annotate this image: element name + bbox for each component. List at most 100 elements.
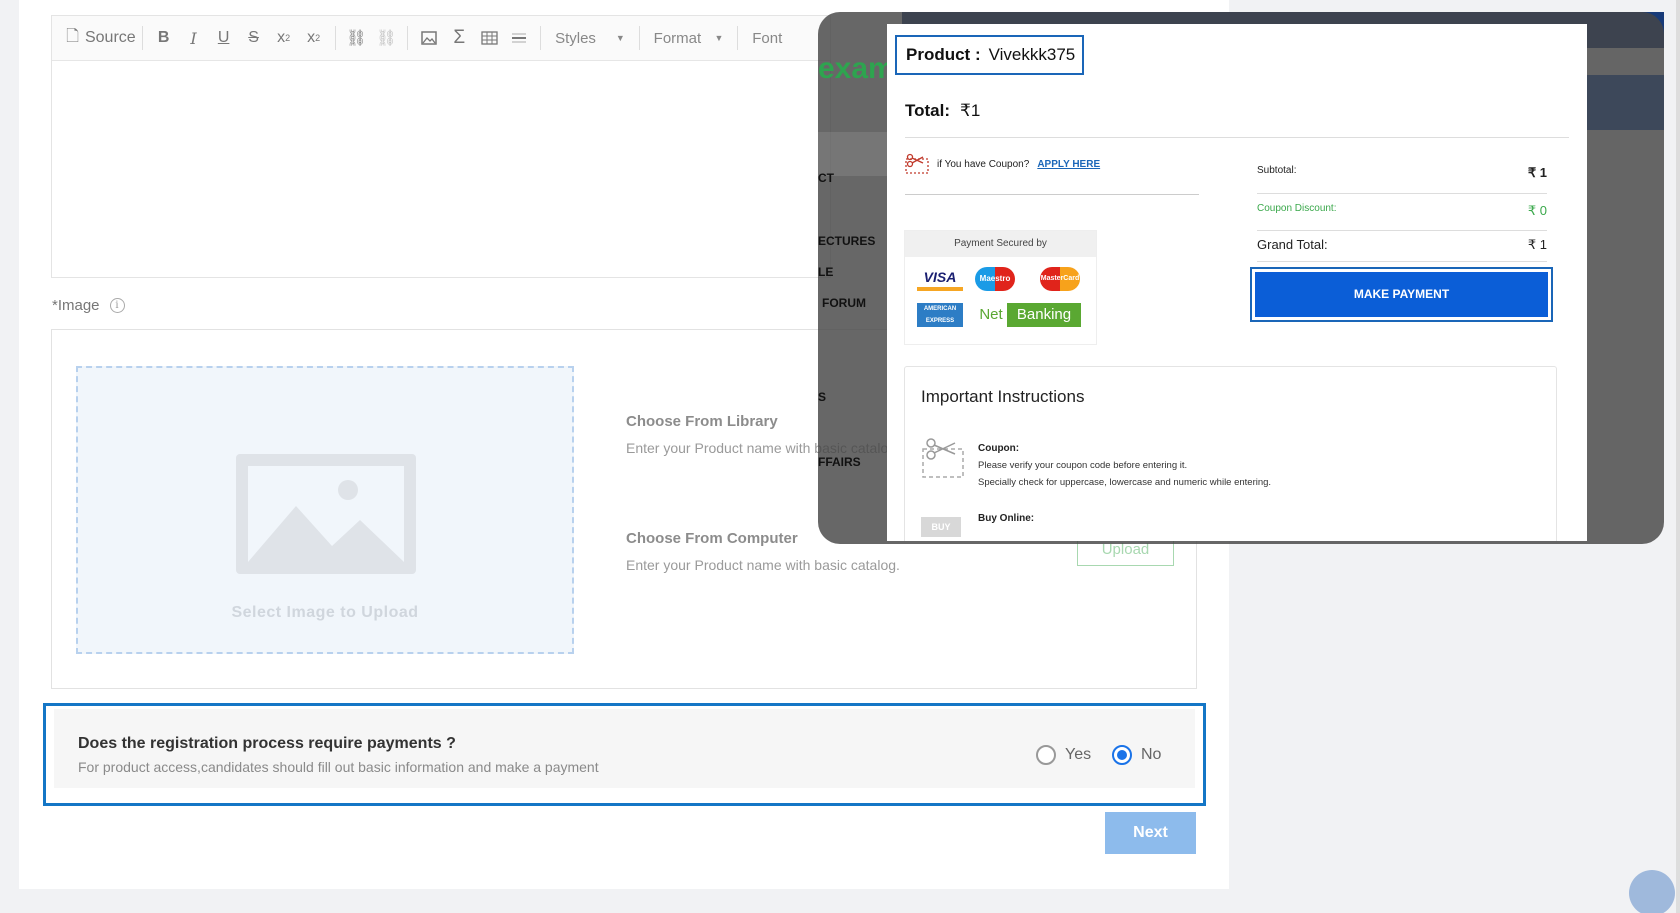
source-icon: 🗋 [66, 27, 79, 45]
chat-widget-icon[interactable] [1629, 870, 1675, 913]
styles-label: Styles [555, 29, 596, 47]
horizontal-rule-icon[interactable] [504, 23, 534, 53]
coupon-line: if You have Coupon? APPLY HERE [905, 153, 1100, 175]
info-icon[interactable]: i [109, 298, 125, 313]
sigma-icon[interactable]: Σ [444, 23, 474, 53]
bold-icon[interactable]: B [149, 23, 179, 53]
instructions-title: Important Instructions [921, 387, 1085, 406]
image-field-label: *Image i [52, 297, 125, 314]
link-icon[interactable]: ⛓ [341, 23, 371, 53]
caret-down-icon: ▼ [615, 33, 625, 43]
menu-item[interactable]: ECTURES [818, 234, 875, 248]
coupon-instruction-line2: Specially check for uppercase, lowercase… [978, 477, 1272, 488]
superscript-icon[interactable]: x2 [299, 23, 329, 53]
radio-yes-circle[interactable] [1036, 745, 1056, 765]
discount-label: Coupon Discount: [1257, 203, 1337, 214]
page-scrollbar[interactable] [1676, 0, 1680, 913]
underline-icon[interactable]: U [209, 23, 239, 53]
grand-total-value: ₹ 1 [1527, 237, 1547, 252]
library-title: Choose From Library [626, 413, 778, 430]
font-label: Font [752, 29, 783, 47]
unlink-icon[interactable]: ⛓ [371, 23, 401, 53]
coupon-instruction-line1: Please verify your coupon code before en… [978, 460, 1188, 471]
amex-logo: AMERICAN EXPRESS [917, 303, 963, 327]
product-name-box: Product : Vivekkk375 [895, 35, 1084, 75]
payment-question-panel: Does the registration process require pa… [43, 703, 1206, 806]
menu-item[interactable]: LE [818, 265, 833, 279]
source-label: Source [84, 29, 136, 46]
divider [1257, 230, 1547, 231]
toolbar-divider [737, 26, 739, 50]
italic-icon[interactable]: I [179, 23, 209, 53]
rich-text-editor[interactable]: 🗋 Source B I U S x2 x2 ⛓ ⛓ Σ Styles ▼ Fo… [51, 15, 831, 278]
radio-no-circle[interactable] [1112, 745, 1132, 765]
total-line: Total: ₹1 [905, 101, 980, 121]
payment-secured-panel: Payment Secured by VISA Maestro MasterCa… [904, 230, 1097, 345]
modal-overlay[interactable]: exam CT ECTURES LE FORUM S FFAIRS Produc… [818, 12, 1664, 544]
discount-value: ₹ 0 [1527, 203, 1547, 218]
coupon-instruction-title: Coupon: [978, 443, 1020, 454]
radio-yes-label: Yes [1065, 746, 1092, 763]
styles-dropdown[interactable]: Styles ▼ [547, 23, 633, 53]
toolbar-divider [407, 26, 409, 50]
image-placeholder-icon [236, 454, 416, 574]
subtotal-row: Subtotal: ₹ 1 [1257, 165, 1547, 181]
image-icon[interactable] [414, 23, 444, 53]
buy-online-icon: BUY [921, 517, 961, 537]
coupon-scissors-icon [905, 153, 929, 174]
radio-yes[interactable]: Yes [1036, 745, 1091, 765]
payment-modal: Product : Vivekkk375 Total: ₹1 if You ha… [887, 24, 1587, 541]
site-logo: exam [818, 52, 895, 85]
menu-item[interactable]: FORUM [822, 296, 866, 310]
make-payment-button[interactable]: MAKE PAYMENT [1255, 272, 1548, 317]
radio-no[interactable]: No [1112, 745, 1161, 765]
next-button[interactable]: Next [1105, 812, 1196, 854]
computer-title: Choose From Computer [626, 530, 798, 547]
subtotal-value: ₹ 1 [1527, 165, 1547, 180]
discount-row: Coupon Discount: ₹ 0 [1257, 203, 1547, 219]
radio-no-label: No [1141, 746, 1162, 763]
format-dropdown[interactable]: Format ▼ [646, 23, 732, 53]
payment-question-subtitle: For product access,candidates should fil… [78, 759, 599, 775]
table-icon[interactable] [474, 23, 504, 53]
toolbar-divider [638, 26, 640, 50]
computer-subtitle: Enter your Product name with basic catal… [626, 557, 900, 573]
payment-question: Does the registration process require pa… [78, 735, 456, 752]
subtotal-label: Subtotal: [1257, 165, 1297, 176]
secured-by-label: Payment Secured by [905, 231, 1096, 257]
source-button[interactable]: 🗋 Source [66, 23, 136, 53]
strikethrough-icon[interactable]: S [239, 23, 269, 53]
netbanking-logo-net: Net [979, 306, 1003, 323]
make-payment-frame: MAKE PAYMENT [1250, 267, 1553, 322]
instructions-panel: Important Instructions Coupon: Please ve… [904, 366, 1557, 541]
grand-total-label: Grand Total: [1257, 237, 1328, 252]
menu-item[interactable]: FFAIRS [818, 455, 861, 469]
buy-online-title: Buy Online: [978, 513, 1035, 524]
divider [905, 137, 1569, 138]
maestro-logo: Maestro [975, 267, 1015, 291]
divider [1257, 193, 1547, 194]
product-name: Vivekkk375 [988, 45, 1076, 64]
editor-toolbar: 🗋 Source B I U S x2 x2 ⛓ ⛓ Σ Styles ▼ Fo… [52, 16, 830, 61]
menu-highlight [818, 132, 888, 176]
subscript-icon[interactable]: x2 [269, 23, 299, 53]
toolbar-divider [141, 26, 143, 50]
coupon-text: if You have Coupon? [937, 158, 1030, 170]
coupon-instruction-icon [922, 438, 964, 478]
visa-logo: VISA [917, 267, 963, 291]
toolbar-divider [334, 26, 336, 50]
image-drop-zone[interactable]: Select Image to Upload [76, 366, 574, 654]
payment-question-inner: Does the registration process require pa… [54, 709, 1195, 788]
total-label: Total: [905, 101, 951, 120]
grand-total-row: Grand Total: ₹ 1 [1257, 237, 1547, 253]
menu-item[interactable]: S [818, 390, 826, 404]
apply-coupon-link[interactable]: APPLY HERE [1037, 159, 1100, 170]
toolbar-divider [540, 26, 542, 50]
product-label: Product : [906, 45, 981, 64]
total-value: ₹1 [960, 101, 981, 120]
mastercard-logo: MasterCard [1040, 267, 1080, 291]
caret-down-icon: ▼ [714, 33, 724, 43]
divider [1257, 261, 1547, 262]
menu-item[interactable]: CT [818, 171, 834, 185]
divider [905, 194, 1199, 195]
